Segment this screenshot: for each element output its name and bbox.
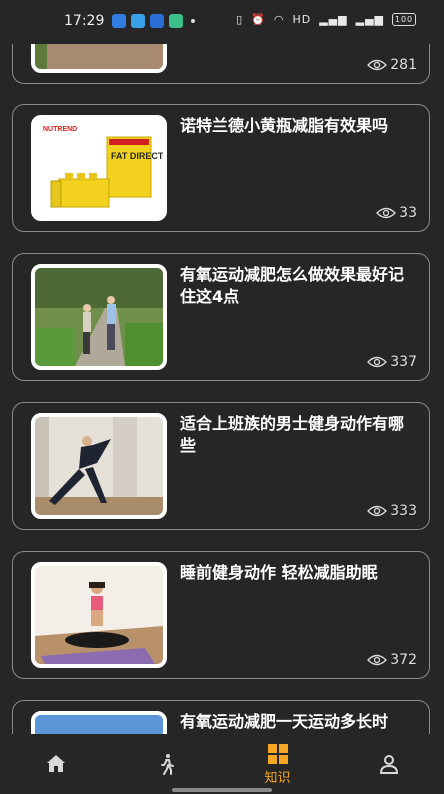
article-thumbnail: NUTREND FAT DIRECT [31, 115, 167, 221]
status-time: 17:29 [64, 13, 105, 29]
eye-icon [367, 654, 388, 666]
article-title: 适合上班族的男士健身动作有哪些 [180, 414, 405, 455]
view-count: 333 [367, 503, 417, 519]
view-count: 281 [367, 57, 417, 73]
knowledge-feed[interactable]: 281 NUTREND FAT DIRECT 诺特兰德小黄瓶减脂有效果吗 33 [0, 0, 444, 740]
article-card[interactable]: 有氧运动减肥怎么做效果最好记住这4点 337 [12, 253, 430, 381]
app-notification-icon [131, 14, 145, 28]
walking-icon [160, 754, 174, 775]
battery-icon: 100 [392, 13, 416, 26]
tab-knowledge[interactable]: 知识 [222, 734, 333, 794]
view-count-value: 333 [390, 503, 417, 519]
app-notification-icon [112, 14, 126, 28]
eye-icon [367, 59, 388, 71]
bottom-tab-bar: 知识 [0, 734, 444, 794]
tab-home[interactable] [0, 734, 111, 794]
status-bar: 17:29 ▯ ⏰ ◠ HD ▂▄▆ ▂▄▆ 100 [0, 0, 444, 44]
tab-exercise[interactable] [111, 734, 222, 794]
wifi-icon: ◠ [273, 13, 285, 26]
view-count-value: 372 [390, 652, 417, 668]
home-indicator[interactable] [172, 788, 272, 792]
product-name-text: FAT DIRECT [111, 151, 163, 161]
article-title: 有氧运动减肥一天运动多长时 [180, 712, 389, 731]
article-thumbnail [31, 264, 167, 370]
vibrate-icon: ▯ [236, 13, 244, 26]
article-card[interactable]: 睡前健身动作 轻松减脂助眠 372 [12, 551, 430, 679]
view-count: 337 [367, 354, 417, 370]
more-notifications-icon [191, 19, 195, 23]
signal-icon: ▂▄▆ [355, 13, 384, 26]
profile-icon [379, 755, 398, 774]
view-count-value: 281 [390, 57, 417, 73]
article-title: 睡前健身动作 轻松减脂助眠 [180, 563, 378, 582]
network-type: HD [292, 13, 312, 26]
eye-icon [367, 356, 388, 368]
translate-notification-icon [150, 14, 164, 28]
article-title: 有氧运动减肥怎么做效果最好记住这4点 [180, 265, 405, 306]
view-count: 372 [367, 652, 417, 668]
article-card[interactable]: 适合上班族的男士健身动作有哪些 333 [12, 402, 430, 530]
tab-profile[interactable] [333, 734, 444, 794]
home-icon [46, 755, 65, 772]
article-card[interactable]: NUTREND FAT DIRECT 诺特兰德小黄瓶减脂有效果吗 33 [12, 104, 430, 232]
product-brand-text: NUTREND [43, 126, 77, 133]
view-count-value: 33 [399, 205, 417, 221]
knowledge-icon [267, 744, 288, 764]
message-notification-icon [169, 14, 183, 28]
article-thumbnail [31, 413, 167, 519]
eye-icon [367, 505, 388, 517]
system-status: ▯ ⏰ ◠ HD ▂▄▆ ▂▄▆ 100 [236, 13, 416, 26]
view-count: 33 [376, 205, 417, 221]
eye-icon [376, 207, 397, 219]
tab-knowledge-label: 知识 [264, 771, 291, 786]
view-count-value: 337 [390, 354, 417, 370]
notification-icons [112, 14, 195, 28]
article-title: 诺特兰德小黄瓶减脂有效果吗 [180, 116, 389, 135]
alarm-icon: ⏰ [251, 13, 266, 26]
article-thumbnail [31, 562, 167, 668]
signal-icon: ▂▄▆ [319, 13, 348, 26]
